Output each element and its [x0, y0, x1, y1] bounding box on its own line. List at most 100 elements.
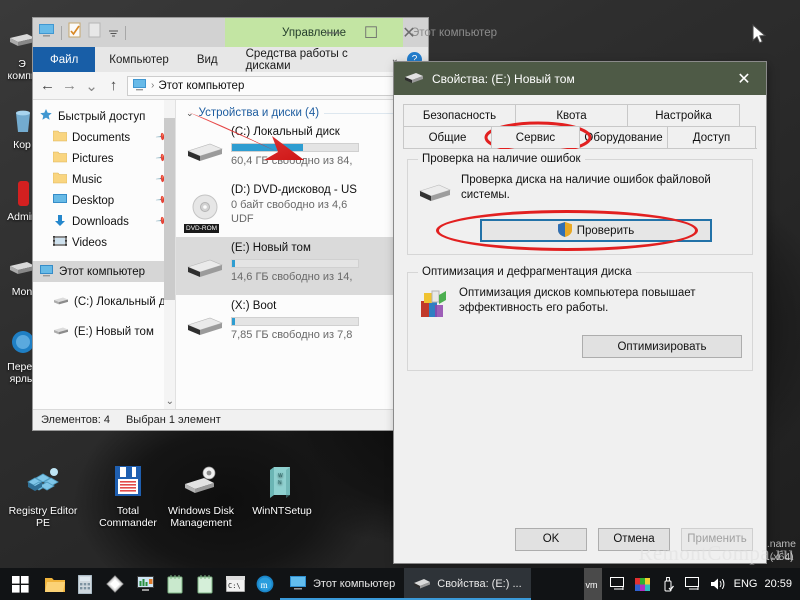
nav-item-label: Desktop — [72, 194, 115, 207]
close-icon[interactable]: ✕ — [722, 62, 766, 95]
nav-item-drive-c[interactable]: (C:) Локальный д — [33, 291, 175, 312]
folder-icon — [52, 172, 68, 187]
drive-properties-dialog[interactable]: Свойства: (E:) Новый том ✕ Безопасность … — [394, 62, 766, 563]
tab-security[interactable]: Безопасность — [403, 104, 516, 126]
status-bar: Элементов: 4 Выбран 1 элемент — [33, 409, 428, 430]
desktop-icon-total-commander[interactable]: Total Commander — [90, 460, 166, 529]
nav-item-documents[interactable]: Documents 📌 — [33, 127, 175, 148]
network-icon[interactable] — [684, 568, 702, 600]
minimize-button[interactable]: — — [314, 18, 352, 47]
desktop-icon — [53, 193, 67, 208]
video-icon — [53, 235, 67, 250]
desktop-icon-label-2: Management — [170, 517, 232, 529]
vm-icon[interactable]: vm — [583, 568, 602, 600]
taskbar-m-app-icon[interactable]: m — [250, 568, 280, 600]
taskbar-command-prompt-icon[interactable]: C:\ — [220, 568, 250, 600]
dialog-footer[interactable]: OK Отмена Применить — [394, 515, 766, 563]
drive-filesystem: UDF — [231, 213, 254, 225]
new-folder-icon[interactable] — [88, 22, 102, 43]
display-icon[interactable] — [609, 568, 627, 600]
ribbon-tab-computer[interactable]: Компьютер — [95, 47, 183, 72]
desktop-icon-registry-editor-pe[interactable]: Registry Editor PE — [5, 460, 81, 529]
dialog-title-bar[interactable]: Свойства: (E:) Новый том ✕ — [394, 62, 766, 95]
drive-item-e[interactable]: (E:) Новый том 14,6 ГБ свободно из 14, — [176, 237, 428, 295]
tab-hardware[interactable]: Оборудование — [579, 126, 668, 148]
taskbar-file-explorer-icon[interactable] — [40, 568, 70, 600]
tab-general[interactable]: Общие — [403, 126, 492, 148]
breadcrumb-separator: › — [151, 80, 155, 91]
chevron-down-icon[interactable]: ⌄ — [166, 396, 174, 407]
quick-access-toolbar[interactable] — [33, 22, 126, 43]
color-icon[interactable] — [634, 568, 652, 600]
tab-sharing[interactable]: Доступ — [667, 126, 756, 148]
desktop-icon-label-1: Total — [116, 505, 140, 517]
windows-start-icon[interactable] — [0, 568, 40, 600]
hdd-icon — [413, 577, 431, 592]
desktop-icon-winntsetup[interactable]: WN WinNTSetup — [244, 460, 320, 517]
optimization-section: Оптимизация и дефрагментация диска Оптим… — [407, 266, 753, 371]
address-bar[interactable]: ← → ⌄ ↑ › Этот компьютер — [33, 72, 428, 100]
drive-usage-bar — [231, 317, 359, 326]
cancel-button[interactable]: Отмена — [598, 527, 670, 551]
clock[interactable]: 20:59 — [764, 578, 792, 590]
taskbar-notepad-2-icon[interactable] — [190, 568, 220, 600]
optimize-button[interactable]: Оптимизировать — [582, 335, 742, 358]
taskbar-task-properties[interactable]: Свойства: (E:) ... — [404, 568, 531, 600]
ribbon-tab-view[interactable]: Вид — [183, 47, 232, 72]
system-tray[interactable]: vm ENG 20:59 — [583, 568, 800, 600]
taskbar-notepad-icon[interactable] — [160, 568, 190, 600]
toolbar-separator-2 — [125, 25, 126, 40]
nav-item-pictures[interactable]: Pictures 📌 — [33, 148, 175, 169]
back-button[interactable]: ← — [39, 77, 56, 94]
dialog-tab-strip[interactable]: Безопасность Квота Настройка Общие Серви… — [394, 95, 766, 154]
breadcrumb-current[interactable]: Этот компьютер — [158, 80, 244, 92]
ribbon-tab-strip[interactable]: Файл Компьютер Вид Средства работы с дис… — [33, 47, 428, 72]
taskbar[interactable]: C:\ m Этот компьютер Свойства: (E:) ... … — [0, 568, 800, 600]
drive-item-d-dvd[interactable]: DVD-ROM (D:) DVD-дисковод - US 0 байт св… — [176, 179, 428, 237]
file-explorer-window[interactable]: Управление Этот компьютер — ☐ ✕ Файл Ком… — [33, 18, 497, 430]
taskbar-diamond-icon[interactable] — [100, 568, 130, 600]
this-pc-icon[interactable] — [38, 23, 55, 43]
recent-locations-button[interactable]: ⌄ — [83, 77, 100, 95]
drive-item-x-boot[interactable]: (X:) Boot 7,85 ГБ свободно из 7,8 — [176, 295, 428, 353]
taskbar-calculator-icon[interactable] — [70, 568, 100, 600]
ok-button[interactable]: OK — [515, 527, 587, 551]
address-field[interactable]: › Этот компьютер — [127, 75, 422, 96]
dropdown-icon[interactable] — [108, 24, 119, 42]
language-indicator[interactable]: ENG — [734, 578, 758, 590]
nav-item-desktop[interactable]: Desktop 📌 — [33, 190, 175, 211]
taskbar-system-monitor-icon[interactable] — [130, 568, 160, 600]
nav-item-music[interactable]: Music 📌 — [33, 169, 175, 190]
desktop-icon-windows-disk-management[interactable]: Windows Disk Management — [163, 460, 239, 529]
desktop-icon-label-1: Windows Disk — [168, 505, 234, 517]
nav-item-quick-access[interactable]: Быстрый доступ — [33, 106, 175, 127]
maximize-button[interactable]: ☐ — [352, 18, 390, 47]
nav-item-videos[interactable]: Videos — [33, 232, 175, 253]
close-button[interactable]: ✕ — [390, 18, 428, 47]
window-controls[interactable]: — ☐ ✕ — [314, 18, 428, 47]
nav-item-drive-e[interactable]: (E:) Новый том — [33, 321, 175, 342]
nav-item-this-pc[interactable]: Этот компьютер — [33, 261, 175, 282]
properties-icon[interactable] — [68, 22, 82, 43]
dialog-tab-row-1[interactable]: Безопасность Квота Настройка — [403, 104, 757, 126]
ribbon-tab-file[interactable]: Файл — [33, 47, 96, 72]
tab-tools[interactable]: Сервис — [491, 126, 580, 148]
usb-icon[interactable] — [659, 568, 677, 600]
dialog-tab-row-2[interactable]: Общие Сервис Оборудование Доступ — [403, 121, 757, 154]
ribbon-tab-drive-tools[interactable]: Средства работы с дисками — [232, 47, 391, 72]
scrollbar-thumb[interactable] — [164, 118, 175, 300]
volume-icon[interactable] — [709, 568, 727, 600]
up-button[interactable]: ↑ — [105, 77, 122, 94]
folder-icon — [52, 151, 68, 166]
navigation-pane[interactable]: Быстрый доступ Documents 📌 Pictures 📌 Mu… — [33, 100, 176, 409]
desktop-icon-label-1: Registry Editor — [8, 505, 78, 517]
taskbar-task-this-pc[interactable]: Этот компьютер — [280, 568, 405, 600]
tab-customize[interactable]: Настройка — [627, 104, 740, 126]
explorer-title-bar[interactable]: Управление Этот компьютер — ☐ ✕ — [33, 18, 497, 47]
forward-button[interactable]: → — [61, 77, 78, 94]
nav-item-label: Pictures — [72, 152, 114, 165]
nav-item-downloads[interactable]: Downloads 📌 — [33, 211, 175, 232]
dialog-title-text: Свойства: (E:) Новый том — [432, 71, 575, 86]
tab-quota[interactable]: Квота — [515, 104, 628, 126]
nav-pane-scrollbar[interactable]: ⌄ — [164, 100, 175, 409]
